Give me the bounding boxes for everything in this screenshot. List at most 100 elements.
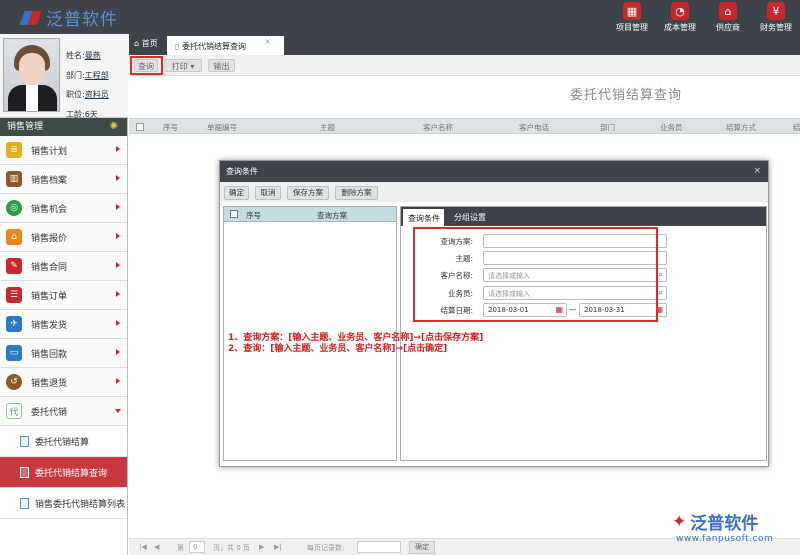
document-icon bbox=[20, 466, 29, 478]
profile-name[interactable]: 曼燕 bbox=[85, 51, 101, 60]
search-icon[interactable]: ⌕ bbox=[659, 270, 663, 280]
scheme-list-header: 序号 查询方案 bbox=[224, 207, 396, 222]
pie-chart-icon: ◔ bbox=[671, 2, 689, 20]
app-logo: 泛普软件 bbox=[19, 5, 118, 30]
gear-icon[interactable]: ✺ bbox=[110, 118, 118, 136]
sidebar-subitem-consignment-settlement[interactable]: 委托代销结算 bbox=[0, 426, 127, 457]
sidebar-item-sales-return[interactable]: ↺ 销售退货 bbox=[0, 368, 127, 397]
prev-page-icon[interactable]: ◀ bbox=[154, 543, 159, 551]
brand-watermark: ✦ 泛普软件 www.fanpusoft.com bbox=[672, 511, 774, 545]
logo-text: 泛普软件 bbox=[46, 10, 118, 30]
chevron-right-icon bbox=[116, 262, 120, 268]
contract-icon: ✎ bbox=[6, 258, 22, 274]
tab-query-conditions[interactable]: 查询条件 bbox=[403, 209, 444, 226]
quote-icon: ⌂ bbox=[6, 229, 22, 245]
highlight-query-button bbox=[130, 56, 163, 75]
first-page-icon[interactable]: |◀ bbox=[139, 543, 147, 551]
col-customer-phone: 客户电话 bbox=[519, 123, 549, 132]
document-icon bbox=[20, 497, 29, 509]
home-icon: ⌂ bbox=[719, 2, 737, 20]
logo-mark-icon bbox=[19, 8, 42, 28]
page-size-select[interactable] bbox=[357, 541, 401, 553]
sidebar-item-sales-quote[interactable]: ⌂ 销售报价 bbox=[0, 223, 127, 252]
profile-info: 姓名:曼燕 部门:工程部 职位:资料员 工龄:6天 bbox=[66, 51, 109, 119]
col-settlement: 结 bbox=[793, 123, 800, 132]
sidebar-item-consignment[interactable]: 代委托代销 bbox=[0, 397, 127, 426]
sidebar-header: 销售管理 ✺ bbox=[0, 118, 127, 136]
sidebar-subitem-consignment-query[interactable]: 委托代销结算查询 bbox=[0, 457, 127, 488]
col-salesperson: 业务员 bbox=[660, 123, 683, 132]
select-all-checkbox[interactable] bbox=[136, 123, 144, 131]
return-icon: ↺ bbox=[6, 374, 22, 390]
top-bar: 泛普软件 ▦ 项目管理 ◔ 成本管理 ⌂ 供应商 ¥ 财务管理 bbox=[0, 0, 800, 34]
sidebar-item-sales-plan[interactable]: ≣ 销售计划 bbox=[0, 136, 127, 165]
topnav-finance[interactable]: ¥ 财务管理 bbox=[756, 2, 796, 33]
logo-mark-icon: ✦ bbox=[672, 511, 687, 532]
highlight-query-form bbox=[413, 227, 658, 322]
archive-icon: ▥ bbox=[6, 171, 22, 187]
close-icon[interactable]: × bbox=[753, 161, 761, 182]
col-subject: 主题 bbox=[320, 123, 335, 132]
sidebar: 销售管理 ✺ ≣ 销售计划 ▥ 销售档案 ◎ 销售机会 ⌂ 销售报价 ✎ 销售合同 ☰ 销售… bbox=[0, 118, 128, 555]
col-settlement-method: 结算方式 bbox=[726, 123, 756, 132]
yen-icon: ¥ bbox=[767, 2, 785, 20]
pagination-confirm-button[interactable]: 确定 bbox=[409, 541, 435, 554]
dialog-toolbar: 确定 取消 保存方案 删除方案 bbox=[220, 182, 768, 202]
sidebar-item-sales-contract[interactable]: ✎ 销售合同 bbox=[0, 252, 127, 281]
target-icon: ◎ bbox=[6, 200, 22, 216]
sidebar-item-sales-archive[interactable]: ▥ 销售档案 bbox=[0, 165, 127, 194]
chevron-right-icon bbox=[116, 146, 120, 152]
save-scheme-button[interactable]: 保存方案 bbox=[287, 186, 329, 200]
delete-scheme-button[interactable]: 删除方案 bbox=[335, 186, 378, 200]
tab-group-settings[interactable]: 分组设置 bbox=[454, 212, 486, 223]
user-profile: 姓名:曼燕 部门:工程部 职位:资料员 工龄:6天 bbox=[0, 34, 128, 119]
chevron-down-icon bbox=[115, 409, 121, 413]
dialog-header: 查询条件 × bbox=[220, 161, 768, 182]
cancel-button[interactable]: 取消 bbox=[255, 186, 281, 200]
sidebar-item-sales-delivery[interactable]: ✈ 销售发货 bbox=[0, 310, 127, 339]
profile-dept[interactable]: 工程部 bbox=[85, 71, 109, 80]
close-icon[interactable]: × bbox=[264, 37, 271, 46]
topnav-project[interactable]: ▦ 项目管理 bbox=[612, 2, 652, 33]
document-icon: ▯ bbox=[175, 42, 182, 51]
chevron-right-icon bbox=[116, 175, 120, 181]
conditions-tabs: 查询条件 分组设置 bbox=[401, 207, 766, 226]
confirm-button[interactable]: 确定 bbox=[224, 186, 249, 200]
next-page-icon[interactable]: ▶ bbox=[259, 543, 264, 551]
chevron-right-icon bbox=[116, 233, 120, 239]
chevron-right-icon bbox=[116, 204, 120, 210]
table-header: 序号 单据编号 主题 客户名称 客户电话 部门 业务员 结算方式 结 bbox=[129, 118, 800, 134]
toolbar: 查询 打印 ▾ 输出 bbox=[129, 55, 800, 76]
topnav-supplier[interactable]: ⌂ 供应商 bbox=[708, 2, 748, 33]
col-customer-name: 客户名称 bbox=[423, 123, 453, 132]
tab-current[interactable]: ▯ 委托代销结算查询 × bbox=[167, 36, 284, 55]
sidebar-item-sales-opportunity[interactable]: ◎ 销售机会 bbox=[0, 194, 127, 223]
sidebar-item-sales-order[interactable]: ☰ 销售订单 bbox=[0, 281, 127, 310]
profile-position[interactable]: 资料员 bbox=[85, 90, 109, 99]
chevron-right-icon bbox=[116, 291, 120, 297]
print-button[interactable]: 打印 ▾ bbox=[164, 59, 202, 72]
col-index: 序号 bbox=[163, 123, 178, 132]
top-nav: ▦ 项目管理 ◔ 成本管理 ⌂ 供应商 ¥ 财务管理 bbox=[612, 2, 796, 33]
sidebar-item-sales-payment[interactable]: ▭ 销售回款 bbox=[0, 339, 127, 368]
scheme-select-all-checkbox[interactable] bbox=[230, 210, 238, 218]
chevron-right-icon bbox=[116, 320, 120, 326]
tab-home[interactable]: ⌂ 首页 bbox=[134, 38, 158, 49]
avatar bbox=[3, 38, 60, 112]
sidebar-subitem-consignment-list[interactable]: 销售委托代销结算列表 bbox=[0, 488, 127, 519]
order-icon: ☰ bbox=[6, 287, 22, 303]
chevron-down-icon: ▾ bbox=[190, 62, 195, 71]
search-icon[interactable]: ⌕ bbox=[659, 288, 663, 298]
card-icon: ▭ bbox=[6, 345, 22, 361]
building-icon: ▦ bbox=[623, 2, 641, 20]
page-title: 委托代销结算查询 bbox=[570, 88, 683, 103]
col-doc-number: 单据编号 bbox=[207, 123, 237, 132]
export-button[interactable]: 输出 bbox=[208, 59, 235, 72]
plan-icon: ≣ bbox=[6, 142, 22, 158]
page-number-input[interactable]: 0 bbox=[189, 541, 205, 553]
consignment-icon: 代 bbox=[6, 403, 22, 419]
topnav-cost[interactable]: ◔ 成本管理 bbox=[660, 2, 700, 33]
plane-icon: ✈ bbox=[6, 316, 22, 332]
last-page-icon[interactable]: ▶| bbox=[274, 543, 282, 551]
home-icon: ⌂ bbox=[134, 39, 142, 48]
